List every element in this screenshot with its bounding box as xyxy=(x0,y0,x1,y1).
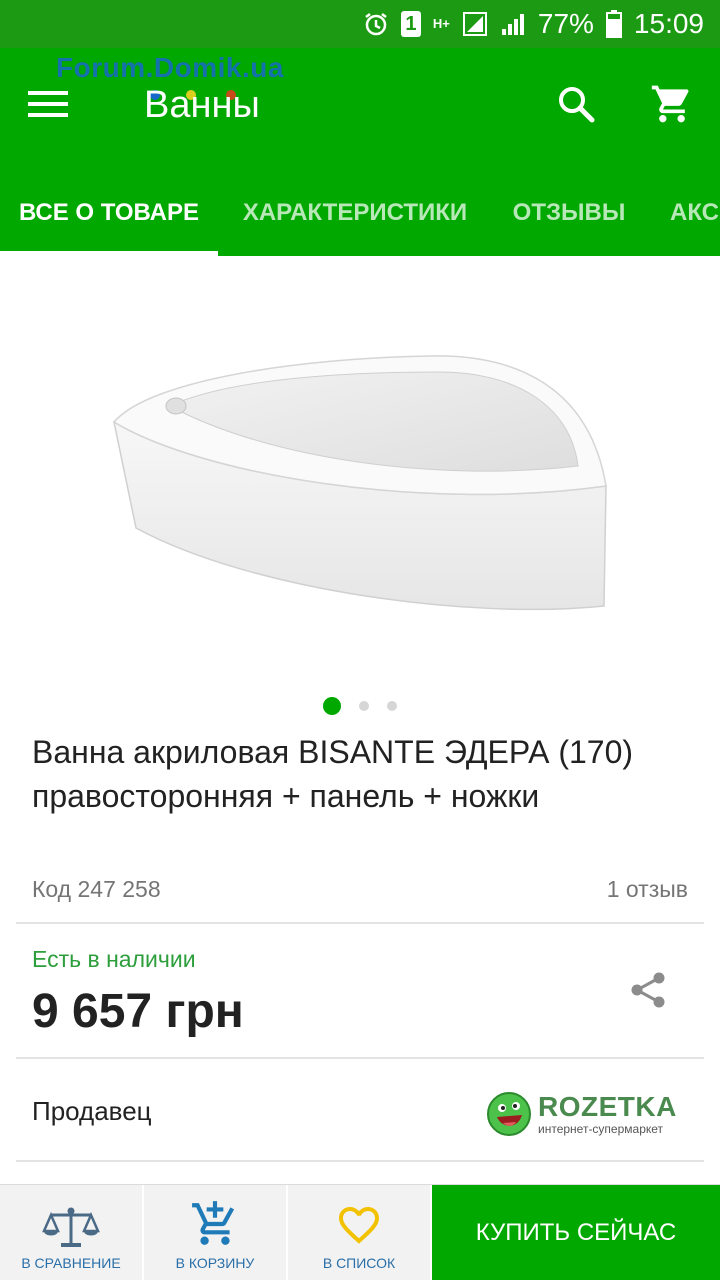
watermark: Forum.Domik.ua xyxy=(56,52,284,83)
search-button[interactable] xyxy=(552,80,600,128)
cart-icon xyxy=(651,85,689,123)
rozetka-logo[interactable]: ROZETKA интернет-супермаркет xyxy=(486,1086,696,1142)
reviews-link[interactable]: 1 отзыв xyxy=(607,876,688,903)
rozetka-smile-icon xyxy=(487,1092,531,1136)
seller-name: ROZETKA xyxy=(538,1091,677,1122)
tab-characteristics[interactable]: ХАРАКТЕРИСТИКИ xyxy=(218,170,492,256)
bathtub-image xyxy=(112,355,607,611)
heart-icon xyxy=(339,1207,379,1244)
add-to-cart-button[interactable]: В КОРЗИНУ xyxy=(144,1185,288,1280)
cart-button[interactable] xyxy=(644,76,700,132)
share-icon xyxy=(631,972,665,1008)
tab-reviews[interactable]: ОТЗЫВЫ xyxy=(492,170,646,256)
seller-label: Продавец xyxy=(32,1096,152,1126)
menu-button[interactable] xyxy=(24,80,72,128)
search-icon xyxy=(559,87,595,123)
alarm-icon xyxy=(363,11,389,37)
scales-icon xyxy=(42,1207,100,1247)
product-code: Код 247 258 xyxy=(32,876,161,902)
clock: 15:09 xyxy=(633,8,704,39)
compare-label: В СРАВНЕНИЕ xyxy=(21,1255,121,1271)
signal-strength-icon xyxy=(500,11,526,37)
status-bar: 1 H+ 77% 15:09 xyxy=(0,0,720,48)
network-type: H+ xyxy=(432,16,450,31)
gallery-dot[interactable] xyxy=(359,701,369,711)
divider xyxy=(16,1160,704,1162)
tab-bar: ВСЕ О ТОВАРЕ ХАРАКТЕРИСТИКИ ОТЗЫВЫ АКС xyxy=(0,170,720,256)
compare-button[interactable]: В СРАВНЕНИЕ xyxy=(0,1185,144,1280)
seller-tagline: интернет-супермаркет xyxy=(538,1122,664,1136)
gallery-dot[interactable] xyxy=(323,697,341,715)
tab-accessories[interactable]: АКС xyxy=(646,170,720,256)
gallery-pagination xyxy=(0,697,720,715)
bottom-action-bar: В СРАВНЕНИЕ В КОРЗИНУ В СПИСОК КУПИТЬ СЕ… xyxy=(0,1184,720,1280)
divider xyxy=(16,922,704,924)
product-title: Ванна акриловая BISANTE ЭДЕРА (170) прав… xyxy=(32,734,634,814)
add-to-cart-icon xyxy=(192,1201,235,1245)
divider xyxy=(16,1057,704,1059)
battery-icon xyxy=(605,10,622,38)
gallery-dot[interactable] xyxy=(387,701,397,711)
add-to-wishlist-button[interactable]: В СПИСОК xyxy=(288,1185,432,1280)
product-price: 9 657 грн xyxy=(32,985,244,1038)
availability-status: Есть в наличии xyxy=(32,946,196,972)
buy-now-button[interactable]: КУПИТЬ СЕЙЧАС xyxy=(432,1185,720,1280)
page-title: Ванны xyxy=(144,84,260,126)
share-button[interactable] xyxy=(624,966,672,1014)
tab-all-about-product[interactable]: ВСЕ О ТОВАРЕ xyxy=(0,170,218,256)
battery-percent: 77% xyxy=(537,8,594,39)
hamburger-icon xyxy=(28,91,68,117)
wishlist-label: В СПИСОК xyxy=(322,1255,396,1271)
sim-badge: 1 xyxy=(400,11,421,37)
cart-label: В КОРЗИНУ xyxy=(175,1255,255,1271)
product-image-gallery[interactable] xyxy=(0,260,720,720)
signal-icon xyxy=(462,11,488,37)
